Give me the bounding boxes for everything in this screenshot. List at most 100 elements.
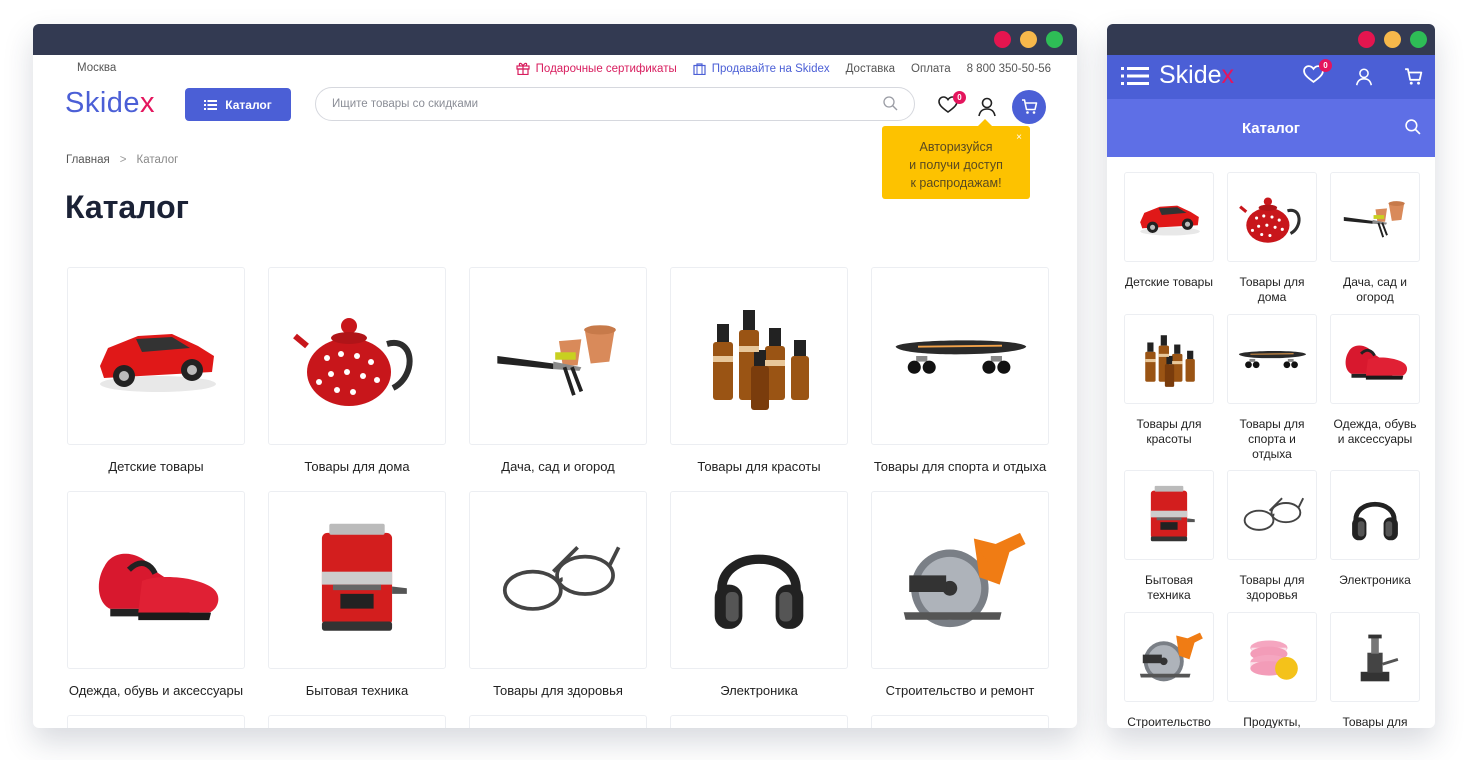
maximize-window-button[interactable] [1410, 31, 1427, 48]
category-image[interactable] [1124, 172, 1214, 262]
category-tile-partial[interactable] [871, 715, 1049, 728]
category-label[interactable]: Электроника [1330, 573, 1420, 588]
category-card[interactable]: Товары для красоты [1124, 314, 1214, 470]
category-image[interactable] [1227, 314, 1317, 404]
phone-number[interactable]: 8 800 350-50-56 [967, 63, 1051, 75]
minimize-window-button[interactable] [1384, 31, 1401, 48]
category-card[interactable]: Дача, сад и огород [469, 267, 647, 491]
favorites-button[interactable]: 0 [938, 91, 966, 118]
category-label[interactable]: Дача, сад и огород [1330, 275, 1420, 305]
category-image[interactable] [1330, 172, 1420, 262]
category-image[interactable] [268, 267, 446, 445]
category-tile-partial[interactable] [268, 715, 446, 728]
skidex-logo[interactable]: Skidex [65, 87, 155, 120]
close-window-button[interactable] [1358, 31, 1375, 48]
category-tile-partial[interactable] [469, 715, 647, 728]
category-image[interactable] [67, 491, 245, 669]
category-image[interactable] [469, 491, 647, 669]
breadcrumb-home[interactable]: Главная [66, 154, 110, 166]
category-image[interactable] [268, 491, 446, 669]
category-image[interactable] [1330, 470, 1420, 560]
user-icon[interactable] [976, 96, 998, 118]
category-label[interactable]: Электроника [670, 683, 848, 698]
sell-on-skidex-label: Продавайте на Skidex [711, 62, 830, 75]
category-image[interactable] [1227, 612, 1317, 702]
skidex-logo[interactable]: Skidex [1159, 61, 1234, 90]
category-image[interactable] [1124, 470, 1214, 560]
category-card[interactable]: Бытовая техника [1124, 470, 1214, 612]
category-label[interactable]: Одежда, обувь и аксессуары [1330, 417, 1420, 447]
tooltip-close-icon[interactable]: × [1016, 129, 1022, 147]
close-window-button[interactable] [994, 31, 1011, 48]
category-image[interactable] [1124, 612, 1214, 702]
sell-on-skidex-link[interactable]: Продавайте на Skidex [693, 62, 830, 75]
category-card[interactable]: Товары для спорта и отдыха [1227, 314, 1317, 470]
category-label[interactable]: Продукты, [1227, 715, 1317, 728]
maximize-window-button[interactable] [1046, 31, 1063, 48]
category-label[interactable]: Товары для красоты [1124, 417, 1214, 447]
category-label[interactable]: Товары для спорта и отдыха [871, 459, 1049, 474]
category-label[interactable]: Строительство и ремонт [871, 683, 1049, 698]
favorites-button[interactable]: 0 [1303, 59, 1332, 89]
category-card[interactable]: Бытовая техника [268, 491, 446, 715]
category-image[interactable] [1227, 470, 1317, 560]
category-card[interactable]: Детские товары [67, 267, 245, 491]
category-card[interactable]: Дача, сад и огород [1330, 172, 1420, 314]
category-label[interactable]: Одежда, обувь и аксессуары [67, 683, 245, 698]
category-image[interactable] [1330, 612, 1420, 702]
category-image[interactable] [1227, 172, 1317, 262]
category-card[interactable]: Строительство и ремонт [871, 491, 1049, 715]
user-icon[interactable] [1354, 67, 1374, 87]
search-input[interactable]: Ищите товары со скидками [315, 87, 915, 121]
menu-icon[interactable] [1121, 67, 1149, 85]
category-image[interactable] [670, 491, 848, 669]
category-tile-partial[interactable] [670, 715, 848, 728]
category-label[interactable]: Детские товары [67, 459, 245, 474]
category-label[interactable]: Товары для [1330, 715, 1420, 728]
city-selector[interactable]: Москва [77, 62, 116, 74]
category-card[interactable]: Товары для здоровья [469, 491, 647, 715]
category-label[interactable]: Бытовая техника [268, 683, 446, 698]
category-image[interactable] [1124, 314, 1214, 404]
category-label[interactable]: Товары для здоровья [1227, 573, 1317, 603]
minimize-window-button[interactable] [1020, 31, 1037, 48]
category-label[interactable]: Товары для дома [1227, 275, 1317, 305]
search-icon[interactable] [1405, 119, 1421, 135]
category-image[interactable] [1330, 314, 1420, 404]
category-image[interactable] [67, 267, 245, 445]
category-card[interactable]: Товары для дома [1227, 172, 1317, 314]
category-card[interactable]: Электроника [670, 491, 848, 715]
category-card[interactable]: Товары для красоты [670, 267, 848, 491]
category-card[interactable]: Товары для дома [268, 267, 446, 491]
category-label[interactable]: Товары для дома [268, 459, 446, 474]
category-image[interactable] [871, 491, 1049, 669]
category-image[interactable] [670, 267, 848, 445]
category-label[interactable]: Дача, сад и огород [469, 459, 647, 474]
category-label[interactable]: Строительство [1124, 715, 1214, 728]
payment-link[interactable]: Оплата [911, 63, 951, 75]
category-label[interactable]: Товары для спорта и отдыха [1227, 417, 1317, 462]
category-label[interactable]: Товары для здоровья [469, 683, 647, 698]
category-card[interactable]: Товары для [1330, 612, 1420, 728]
category-card[interactable]: Одежда, обувь и аксессуары [67, 491, 245, 715]
category-card[interactable]: Одежда, обувь и аксессуары [1330, 314, 1420, 470]
skateboard-icon [1236, 328, 1308, 390]
category-label[interactable]: Детские товары [1124, 275, 1214, 290]
search-icon[interactable] [883, 96, 898, 111]
gift-certificates-link[interactable]: Подарочные сертификаты [516, 62, 677, 75]
category-label[interactable]: Товары для красоты [670, 459, 848, 474]
category-tile-partial[interactable] [67, 715, 245, 728]
category-card[interactable]: Продукты, [1227, 612, 1317, 728]
category-card[interactable]: Товары для спорта и отдыха [871, 267, 1049, 491]
category-card[interactable]: Строительство [1124, 612, 1214, 728]
category-card[interactable]: Электроника [1330, 470, 1420, 612]
category-card[interactable]: Товары для здоровья [1227, 470, 1317, 612]
category-image[interactable] [469, 267, 647, 445]
category-label[interactable]: Бытовая техника [1124, 573, 1214, 603]
delivery-link[interactable]: Доставка [846, 63, 895, 75]
category-card[interactable]: Детские товары [1124, 172, 1214, 314]
category-image[interactable] [871, 267, 1049, 445]
cart-button[interactable] [1012, 90, 1046, 124]
catalog-button[interactable]: Каталог [185, 88, 291, 121]
cart-icon[interactable] [1404, 68, 1423, 86]
